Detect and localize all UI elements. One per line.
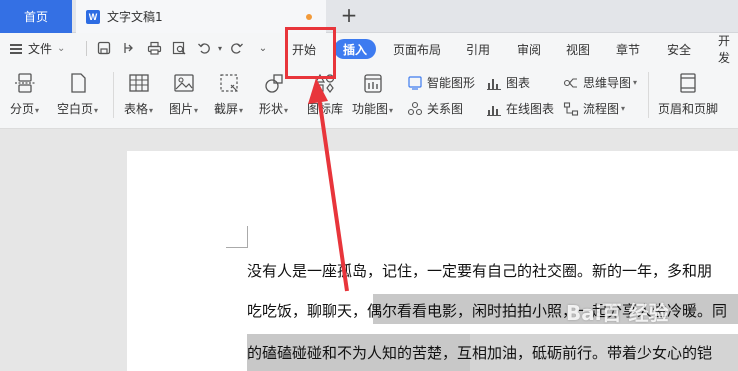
watermark: Bai百 经验 <box>566 301 669 325</box>
